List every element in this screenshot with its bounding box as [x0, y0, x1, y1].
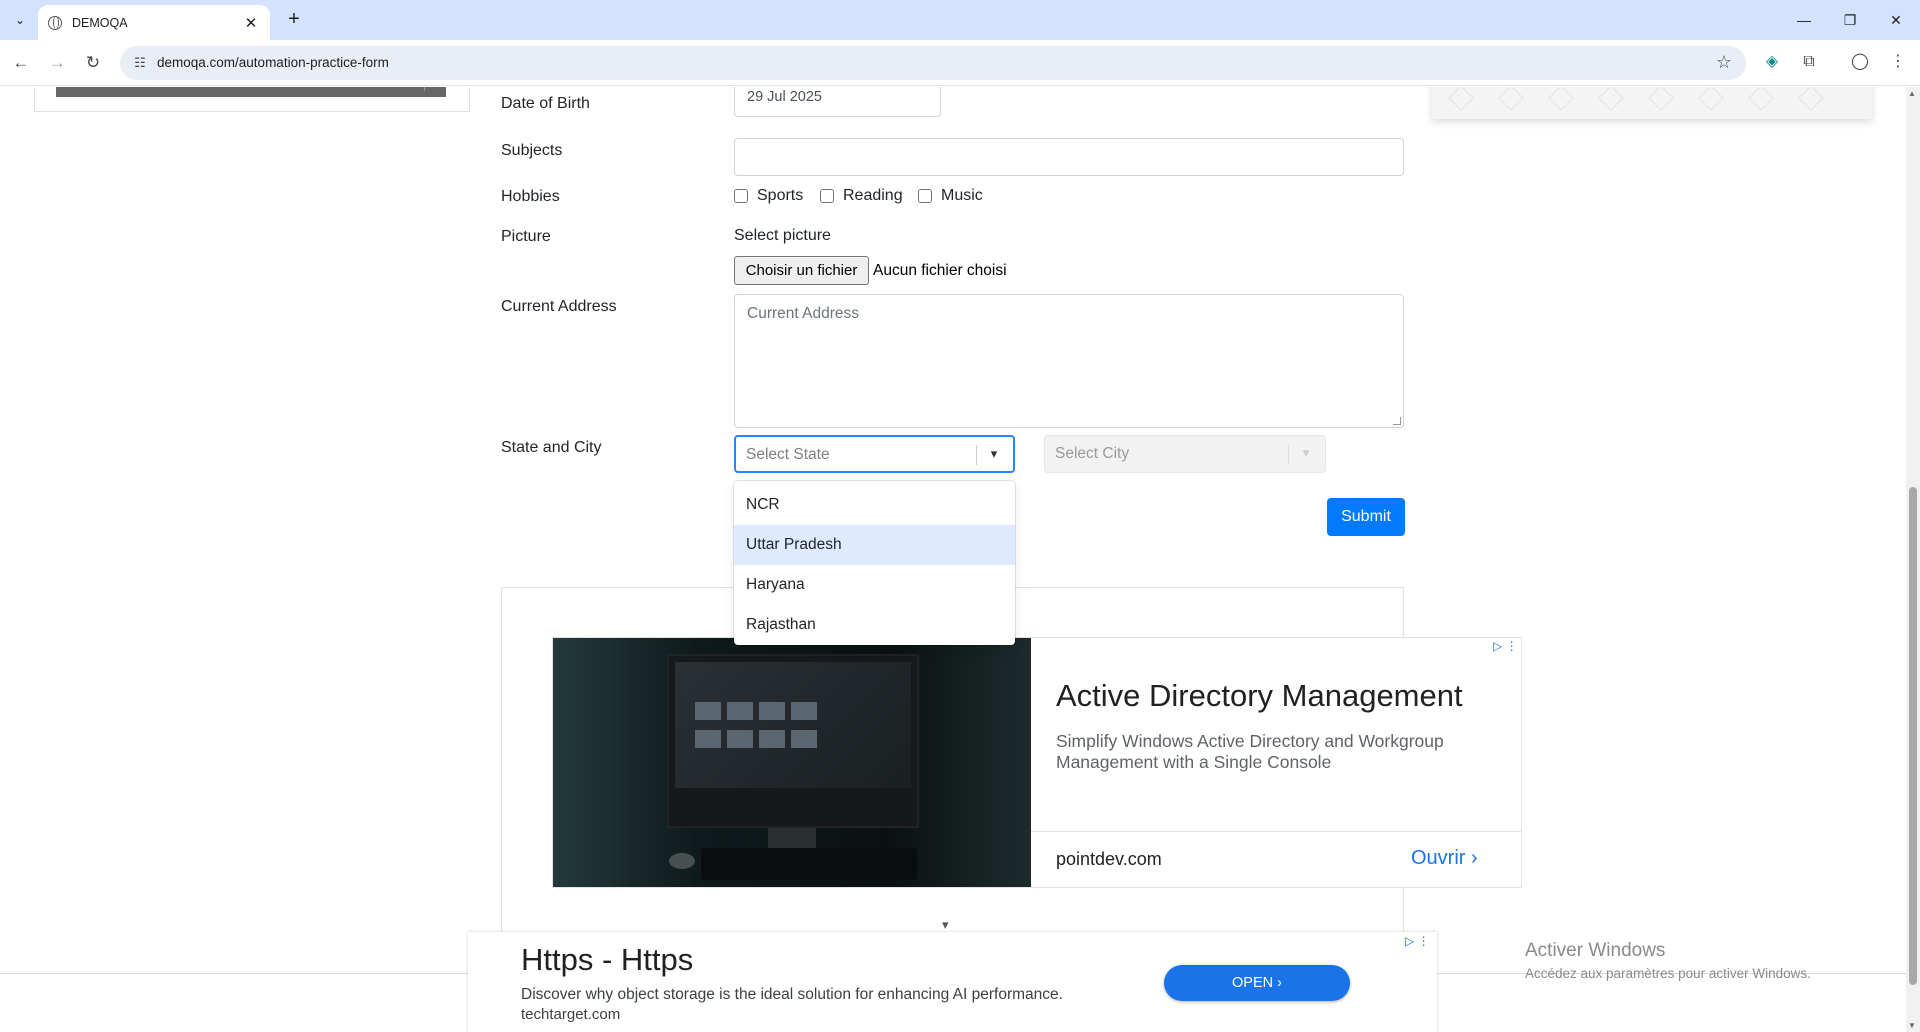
- site-info-icon[interactable]: ☷: [130, 53, 150, 73]
- city-placeholder: Select City: [1055, 445, 1130, 462]
- extension-icon[interactable]: ◈: [1760, 50, 1784, 74]
- browser-tab[interactable]: DEMOQA ✕: [38, 5, 270, 40]
- hobby-label: Reading: [843, 187, 903, 204]
- hobby-music-checkbox[interactable]: Music: [918, 187, 983, 205]
- new-tab-button[interactable]: +: [282, 8, 306, 32]
- dob-input[interactable]: 29 Jul 2025: [734, 87, 941, 117]
- select-picture-text: Select picture: [734, 227, 831, 244]
- scroll-up-icon[interactable]: ▲: [1908, 89, 1916, 98]
- ad-https[interactable]: Https - Https Discover why object storag…: [468, 932, 1437, 1032]
- state-select[interactable]: Select State ▾: [734, 435, 1015, 473]
- checkbox-box[interactable]: [918, 189, 932, 203]
- state-city-label: State and City: [501, 439, 602, 456]
- city-select[interactable]: Select City ▾: [1044, 435, 1326, 473]
- ad-description: Discover why object storage is the ideal…: [521, 986, 1063, 1003]
- hobby-reading-checkbox[interactable]: Reading: [820, 187, 903, 205]
- scrollbar-thumb[interactable]: [1909, 487, 1917, 985]
- watermark-subtitle: Accédez aux paramètres pour activer Wind…: [1525, 966, 1811, 981]
- forward-icon[interactable]: →: [44, 50, 70, 76]
- ad-open-button[interactable]: OPEN ›: [1164, 965, 1350, 1001]
- reload-icon[interactable]: ↻: [80, 50, 106, 76]
- resize-grip-icon[interactable]: [1393, 417, 1401, 425]
- chevron-down-icon[interactable]: ▾: [942, 917, 949, 933]
- submit-button[interactable]: Submit: [1327, 498, 1405, 536]
- url-text[interactable]: demoqa.com/automation-practice-form: [157, 55, 389, 70]
- left-panel-divider: [424, 87, 425, 91]
- checkbox-box[interactable]: [734, 189, 748, 203]
- browser-toolbar: ← → ↻ ☷ demoqa.com/automation-practice-f…: [0, 40, 1920, 86]
- ad-open-button[interactable]: Ouvrir ›: [1411, 847, 1478, 870]
- state-placeholder: Select State: [746, 446, 830, 463]
- ad-product-image: [553, 638, 1031, 887]
- tab-strip: ⌄ DEMOQA ✕ + — ❐ ✕: [0, 0, 1920, 40]
- state-dropdown-menu: NCR Uttar Pradesh Haryana Rajasthan: [734, 481, 1015, 645]
- right-ad-banner[interactable]: [1432, 87, 1872, 119]
- address-placeholder: Current Address: [747, 305, 859, 322]
- dob-label: Date of Birth: [501, 95, 590, 112]
- left-panel-bar: [56, 87, 446, 97]
- hobby-sports-checkbox[interactable]: Sports: [734, 187, 803, 205]
- minimize-icon[interactable]: —: [1790, 6, 1818, 34]
- left-panel: [34, 87, 470, 112]
- address-label: Current Address: [501, 298, 617, 315]
- chevron-down-icon[interactable]: ▾: [1296, 442, 1316, 462]
- state-option-rajasthan[interactable]: Rajasthan: [734, 605, 1015, 645]
- checkbox-box[interactable]: [820, 189, 834, 203]
- picture-label: Picture: [501, 228, 551, 245]
- address-bar[interactable]: ☷ demoqa.com/automation-practice-form ☆: [120, 46, 1746, 80]
- state-option-uttar-pradesh[interactable]: Uttar Pradesh: [734, 525, 1015, 565]
- page-scrollbar[interactable]: ▲ ▼: [1906, 87, 1920, 1032]
- hobbies-label: Hobbies: [501, 188, 560, 205]
- back-icon[interactable]: ←: [8, 50, 34, 76]
- ad-divider: [1031, 831, 1521, 832]
- select-separator: [1288, 444, 1289, 464]
- ad-active-directory[interactable]: Active Directory Management Simplify Win…: [552, 637, 1522, 888]
- profile-icon[interactable]: ◯: [1848, 50, 1872, 74]
- globe-icon: [48, 15, 62, 30]
- extensions-puzzle-icon[interactable]: ⧉: [1797, 50, 1821, 74]
- windows-activation-watermark: Activer Windows Accédez aux paramètres p…: [1525, 940, 1811, 981]
- window-close-icon[interactable]: ✕: [1882, 6, 1910, 34]
- ad-domain: pointdev.com: [1056, 849, 1162, 869]
- scroll-down-icon[interactable]: ▼: [1908, 1021, 1916, 1030]
- browser-menu-icon[interactable]: ⋮: [1886, 50, 1910, 74]
- current-address-textarea[interactable]: Current Address: [734, 294, 1404, 428]
- state-option-ncr[interactable]: NCR: [734, 485, 1015, 525]
- page-content: Date of Birth 29 Jul 2025 Subjects Hobbi…: [0, 87, 1906, 1032]
- hobby-label: Sports: [757, 187, 804, 204]
- tab-close-icon[interactable]: ✕: [242, 14, 260, 32]
- tab-title: DEMOQA: [72, 15, 128, 30]
- state-option-haryana[interactable]: Haryana: [734, 565, 1015, 605]
- chevron-right-icon: ›: [1277, 975, 1282, 991]
- monitor-illustration: [667, 654, 919, 828]
- watermark-title: Activer Windows: [1525, 940, 1666, 961]
- choose-file-button[interactable]: Choisir un fichier: [734, 256, 869, 285]
- chevron-right-icon: ›: [1471, 847, 1478, 869]
- chevron-down-icon[interactable]: ▾: [984, 443, 1004, 463]
- file-status-text: Aucun fichier choisi: [873, 262, 1007, 279]
- ad-title[interactable]: Active Directory Management: [1056, 678, 1463, 714]
- tab-search-icon[interactable]: ⌄: [8, 8, 32, 32]
- ad-description: Simplify Windows Active Directory and Wo…: [1056, 731, 1444, 772]
- ad-choices-icon[interactable]: ▷ ⋮: [1405, 934, 1430, 948]
- hobby-label: Music: [941, 187, 983, 204]
- subjects-input[interactable]: [734, 138, 1404, 176]
- ad-title[interactable]: Https - Https: [521, 942, 693, 978]
- restore-icon[interactable]: ❐: [1836, 6, 1864, 34]
- ad-domain: techtarget.com: [521, 1006, 621, 1023]
- select-separator: [976, 445, 977, 465]
- ad-choices-icon[interactable]: ▷ ⋮: [1493, 639, 1518, 653]
- subjects-label: Subjects: [501, 142, 563, 159]
- bookmark-star-icon[interactable]: ☆: [1716, 52, 1732, 73]
